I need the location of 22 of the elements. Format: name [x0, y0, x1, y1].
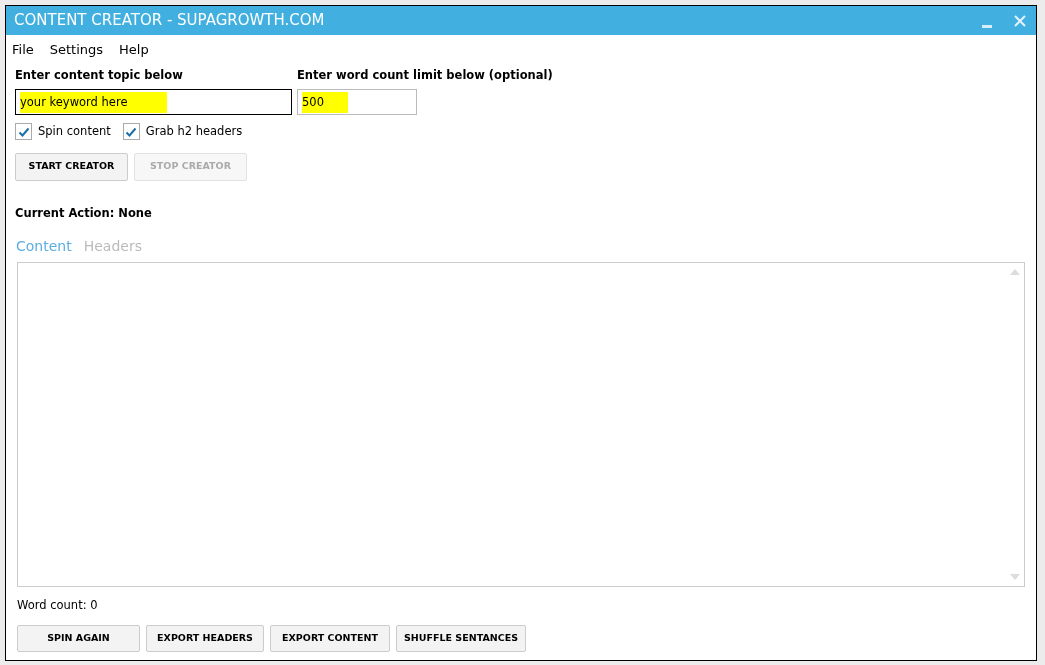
action-button[interactable]: SPIN AGAIN [17, 625, 140, 652]
action-button[interactable]: EXPORT CONTENT [270, 625, 390, 652]
checkbox[interactable] [15, 123, 32, 141]
topic-input-field[interactable]: your keyword here [15, 89, 292, 116]
field-label: Enter content topic below [15, 67, 184, 84]
scroll-up-icon[interactable] [1010, 268, 1020, 275]
menu-item[interactable]: Settings [49, 40, 104, 62]
close-button[interactable] [1014, 13, 1028, 28]
word-count-label: Word count: 0 [17, 596, 99, 614]
scroll-down-icon[interactable] [1010, 573, 1020, 580]
checkbox[interactable] [122, 123, 140, 141]
window-title: CONTENT CREATOR - SUPAGROWTH.COM [14, 10, 326, 32]
checkbox-label: Grab h2 headers [145, 123, 243, 141]
current-action-status: Current Action: None [15, 204, 153, 222]
menu-item[interactable]: Help [119, 40, 149, 62]
checkbox-label: Spin content [38, 123, 111, 141]
word-limit-input-field[interactable]: 500 [297, 89, 417, 116]
action-button[interactable]: EXPORT HEADERS [146, 625, 264, 652]
action-button[interactable]: START CREATOR [15, 152, 128, 181]
field-label: Enter word count limit below (optional) [297, 67, 553, 84]
action-button[interactable]: SHUFFLE SENTANCES [396, 625, 526, 652]
menu-item[interactable]: File [12, 40, 34, 62]
